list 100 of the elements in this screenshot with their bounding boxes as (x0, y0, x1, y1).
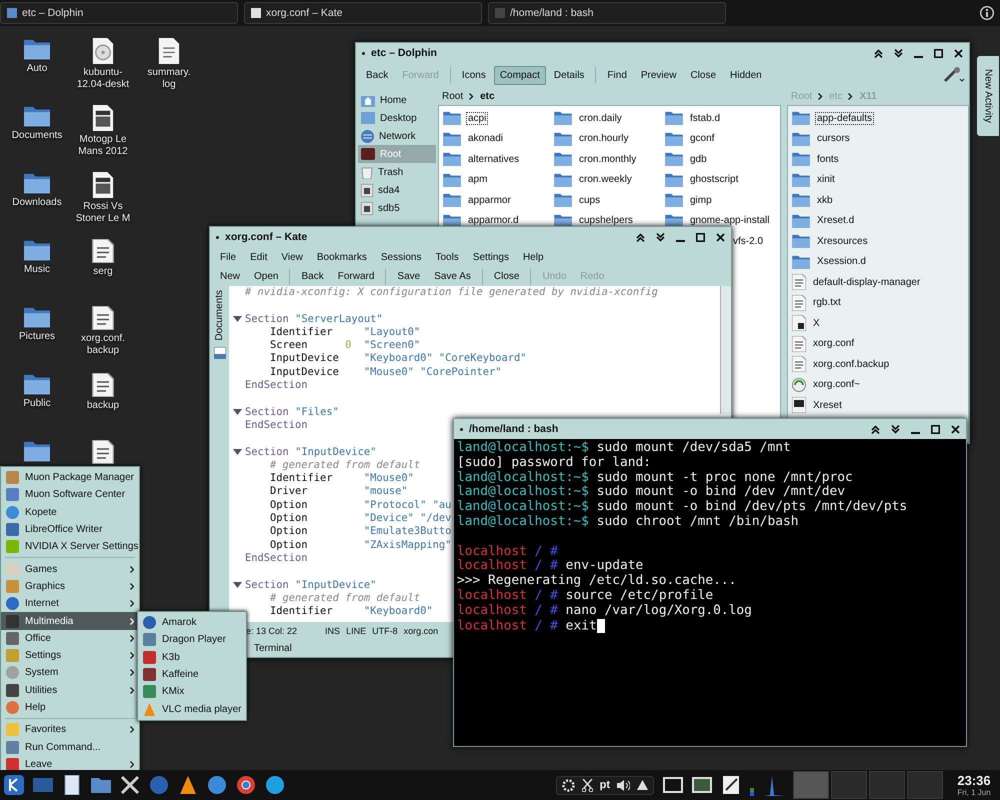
toolbar-button[interactable]: Back (295, 267, 330, 286)
keyboard-layout[interactable]: pt (600, 779, 610, 791)
file-name[interactable]: apm (466, 173, 490, 186)
taskbar-task[interactable]: /home/land : bash (488, 2, 726, 24)
file-name[interactable]: alternatives (466, 152, 522, 166)
menu-item[interactable]: Muon Software Center (1, 486, 139, 504)
toolbar-button[interactable]: Close (684, 66, 722, 84)
keep-above-icon[interactable] (871, 424, 880, 434)
toolbar-button[interactable]: Hidden (724, 66, 768, 84)
places-item[interactable]: Network (358, 127, 436, 145)
menu-item[interactable]: Graphics (1, 578, 139, 596)
desktop-icon-label[interactable]: Documents (12, 130, 62, 142)
gear-icon[interactable] (562, 778, 575, 792)
tools-icon[interactable] (120, 775, 140, 795)
file-name[interactable]: fstab.d (688, 112, 722, 125)
menu-item[interactable]: System (1, 664, 139, 682)
fold-icon[interactable] (232, 449, 242, 456)
file-name[interactable]: gnome-app-install (688, 214, 772, 228)
file-name[interactable]: fonts (815, 152, 841, 166)
maximize-icon[interactable] (931, 424, 940, 434)
menu-item[interactable]: Kopete (1, 504, 139, 521)
close-icon[interactable] (951, 424, 960, 434)
monitor-icon[interactable] (692, 775, 712, 795)
file-name[interactable]: akonadi (466, 132, 506, 146)
menu-item[interactable]: Settings (1, 646, 139, 664)
file-name[interactable]: default-display-manager (811, 276, 922, 289)
desktop-icon-label[interactable]: kubuntu- 12.04-deskt (76, 67, 130, 91)
phone-icon[interactable] (265, 775, 285, 795)
menu-item[interactable]: Run Command... (1, 738, 139, 756)
toolbar-button[interactable]: Open (248, 267, 284, 286)
side-tab[interactable]: Documents (214, 290, 225, 341)
keep-below-icon[interactable] (894, 48, 903, 58)
speaker-icon[interactable] (617, 780, 630, 790)
file-name[interactable]: Xsession.d (815, 255, 868, 268)
places-item[interactable]: Home (358, 91, 436, 109)
places-item[interactable]: Trash (358, 163, 436, 181)
toolbar-button[interactable]: Save As (428, 267, 477, 286)
menu-item[interactable]: KMix (138, 683, 246, 700)
desktop-icon-label[interactable]: summary. log (147, 67, 191, 91)
file-name[interactable]: xorg.conf.backup (811, 358, 892, 371)
info-icon[interactable] (980, 6, 994, 20)
file-name[interactable]: Xreset.d (815, 214, 856, 228)
toolbar-button[interactable]: Save (391, 267, 426, 286)
desktop-icon-label[interactable]: serg (93, 266, 113, 278)
toolbar-button[interactable]: Icons (456, 66, 492, 84)
screen-icon[interactable] (33, 775, 53, 795)
fold-icon[interactable] (232, 409, 242, 416)
file-name[interactable]: rgb.txt (811, 296, 843, 310)
menu-item[interactable]: View (275, 248, 309, 266)
toolbar-button[interactable]: Find (601, 66, 633, 84)
keep-below-icon[interactable] (656, 232, 665, 242)
file-name[interactable]: ghostscript (688, 173, 740, 186)
file-name[interactable]: gimp (688, 194, 714, 207)
keep-below-icon[interactable] (891, 424, 900, 434)
fold-icon[interactable] (232, 582, 242, 588)
toolbar-button[interactable]: Back (360, 66, 394, 84)
notes-icon[interactable] (721, 775, 741, 795)
file-name[interactable]: xorg.conf~ (811, 378, 862, 392)
keep-above-icon[interactable] (636, 232, 645, 242)
desktop-icon-label[interactable]: Music (24, 264, 50, 276)
file-name[interactable]: Xresources (815, 234, 870, 248)
file-name[interactable]: cups (577, 194, 602, 207)
scissors-icon[interactable] (582, 778, 593, 792)
desktop-pager[interactable] (793, 771, 943, 799)
taskbar-task[interactable]: etc – Dolphin (0, 2, 238, 24)
scrollbar[interactable] (720, 286, 731, 414)
maximize-icon[interactable] (934, 48, 943, 58)
places-item[interactable]: Desktop (358, 109, 436, 127)
desktop-icon-label[interactable]: backup (86, 400, 120, 412)
menu-item[interactable]: Help (1, 698, 139, 716)
desktop-icon-label[interactable]: Pictures (18, 331, 56, 343)
toolbar-button[interactable]: Details (548, 66, 590, 84)
menu-item[interactable]: Muon Package Manager (1, 469, 139, 486)
globe-icon[interactable] (207, 775, 227, 795)
browser-icon[interactable] (236, 775, 256, 795)
expand-tray-icon[interactable] (637, 780, 648, 790)
file-name[interactable]: gdb (688, 152, 709, 166)
file-name[interactable]: cron.daily (577, 112, 624, 125)
desktop-icon-label[interactable]: xorg.conf. backup (81, 333, 125, 357)
file-name[interactable]: cursors (815, 132, 852, 146)
menu-item[interactable]: Internet (1, 595, 139, 612)
maximize-icon[interactable] (696, 232, 705, 242)
file-name[interactable]: Xreset (811, 398, 844, 412)
file-name[interactable]: cron.monthly (577, 152, 638, 166)
file-name[interactable]: acpi (466, 112, 488, 125)
menu-item[interactable]: Edit (244, 248, 274, 266)
menu-item[interactable]: VLC media player (138, 700, 246, 718)
menu-item[interactable]: Kaffeine (138, 666, 246, 684)
desktop-icon-label[interactable]: Motogp Le Mans 2012 (78, 134, 128, 158)
toolbar-button[interactable]: Close (488, 267, 526, 286)
file-name[interactable]: cron.hourly (577, 132, 630, 146)
menu-item[interactable]: Favorites (1, 721, 139, 738)
menu-item[interactable]: Utilities (1, 682, 139, 699)
menu-item[interactable]: File (214, 248, 242, 266)
menu-item[interactable]: LibreOffice Writer (1, 520, 139, 538)
file-name[interactable]: cron.weekly (577, 173, 634, 186)
file-name[interactable]: apparmor.d (466, 214, 521, 228)
file-name[interactable]: xorg.conf (811, 337, 856, 350)
toolbar-button[interactable]: Compact (494, 66, 546, 84)
desktop-icon-label[interactable]: Public (23, 398, 51, 410)
